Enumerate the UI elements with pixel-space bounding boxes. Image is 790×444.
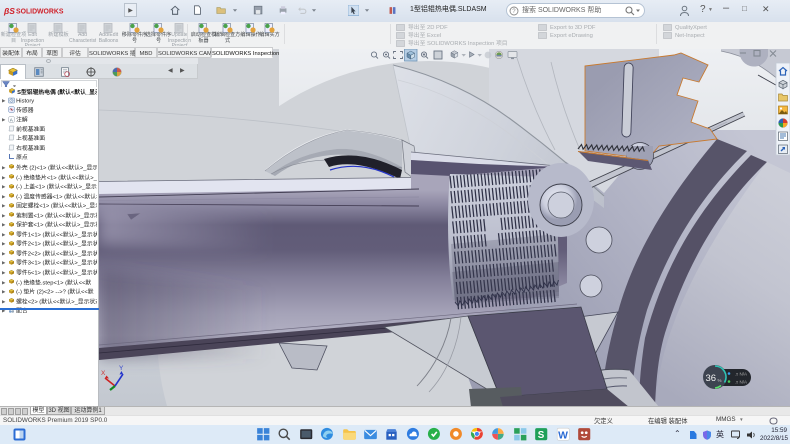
svg-text:SOLIDWORKS: SOLIDWORKS	[16, 9, 64, 16]
svg-text:♬N/A: ♬N/A	[735, 372, 747, 377]
svg-text:X: X	[101, 370, 106, 377]
svg-text:S: S	[538, 430, 545, 441]
svg-text:%: %	[718, 378, 722, 383]
svg-text:36: 36	[706, 373, 717, 384]
svg-text:A: A	[9, 117, 12, 122]
svg-text:W: W	[558, 430, 568, 441]
svg-text:Y: Y	[119, 365, 124, 372]
svg-text:βS: βS	[3, 6, 15, 16]
svg-text:♬N/A: ♬N/A	[735, 380, 747, 385]
